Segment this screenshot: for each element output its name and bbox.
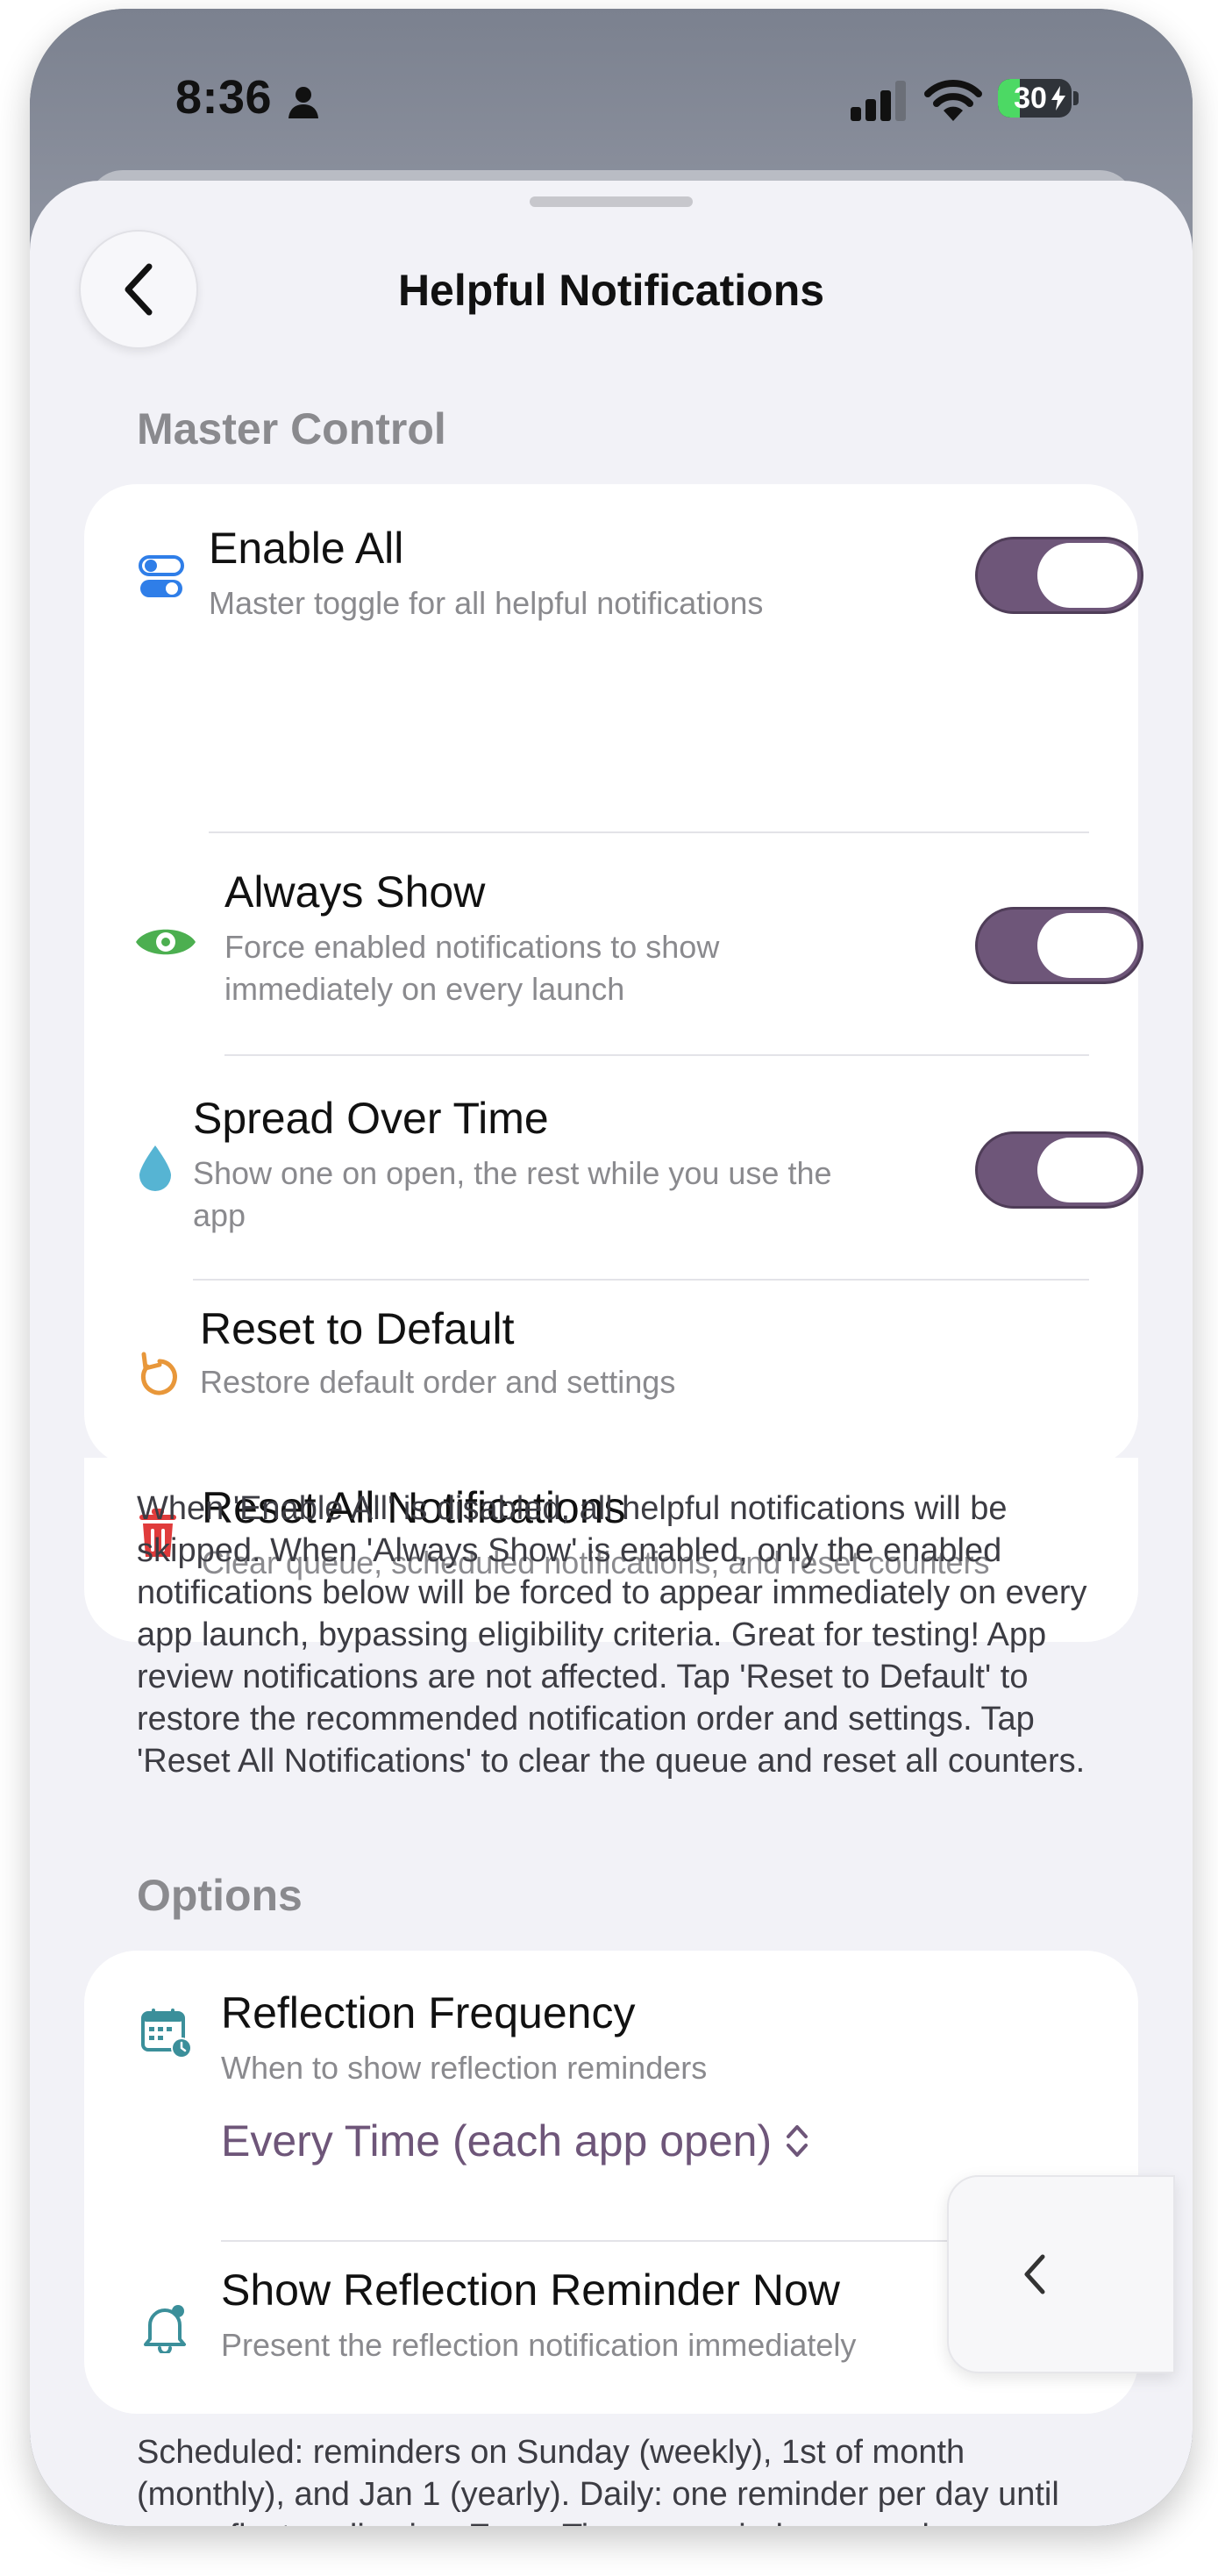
wifi-icon: [924, 80, 982, 121]
status-bar: 8:36 30: [30, 9, 1193, 175]
drop-icon: [133, 1140, 177, 1196]
cellular-signal-icon: [851, 81, 906, 121]
person-icon: [288, 87, 318, 118]
settings-sheet: Helpful Notifications Master Control Ena…: [30, 181, 1193, 2526]
row-title: Spread Over Time: [193, 1094, 549, 1143]
charging-bolt-icon: [1051, 86, 1065, 111]
toggle-knob: [1037, 1138, 1137, 1202]
reset-arrow-icon: [133, 1347, 186, 1400]
row-title: Always Show: [224, 867, 486, 917]
phone-frame: 8:36 30 Helpful Notifications Master Con…: [30, 9, 1193, 2526]
row-title: Enable All: [209, 524, 404, 573]
master-control-description: When 'Enable All' is disabled, all helpf…: [137, 1490, 1087, 1780]
row-subtitle: Restore default order and settings: [200, 1364, 676, 1400]
sheet-grabber[interactable]: [530, 196, 693, 207]
reflection-frequency-picker[interactable]: Every Time (each app open): [221, 2116, 810, 2166]
side-panel-tab[interactable]: [947, 2175, 1175, 2373]
toggle-knob: [1037, 543, 1137, 608]
row-subtitle: Present the reflection notification imme…: [221, 2327, 857, 2363]
row-reset-to-default[interactable]: Reset to Default Restore default order a…: [84, 1281, 1138, 1459]
row-title: Reflection Frequency: [221, 1988, 636, 2037]
row-title: Show Reflection Reminder Now: [221, 2266, 840, 2315]
chevron-up-down-icon: [787, 2125, 808, 2157]
toggle-knob: [1037, 913, 1137, 978]
row-subtitle: Show one on open, the rest while you use…: [193, 1155, 832, 1233]
row-subtitle: When to show reflection reminders: [221, 2050, 708, 2086]
section-header-master-control: Master Control: [137, 404, 446, 453]
calendar-clock-icon: [139, 2005, 196, 2063]
battery-indicator: 30: [998, 79, 1072, 118]
battery-cap: [1073, 91, 1079, 105]
enable-all-toggle[interactable]: [975, 537, 1143, 614]
row-spread-over-time[interactable]: Spread Over Time Show one on open, the r…: [84, 1056, 1143, 1279]
section-header-options: Options: [137, 1871, 303, 1920]
picker-value: Every Time (each app open): [221, 2116, 773, 2166]
chevron-left-icon: [1024, 2254, 1045, 2294]
options-footnote: Scheduled: reminders on Sunday (weekly),…: [137, 2434, 1059, 2526]
status-time: 8:36: [175, 71, 273, 124]
row-title: Reset to Default: [200, 1304, 515, 1353]
row-subtitle: Force enabled notifications to show imme…: [224, 929, 720, 1007]
row-enable-all[interactable]: Enable All Master toggle for all helpful…: [84, 484, 1143, 665]
toggles-icon: [135, 551, 188, 603]
always-show-toggle[interactable]: [975, 907, 1143, 984]
bell-icon: [139, 2298, 191, 2356]
spread-over-time-toggle[interactable]: [975, 1131, 1143, 1209]
eye-icon: [133, 916, 198, 968]
page-title: Helpful Notifications: [397, 266, 825, 315]
row-subtitle: Master toggle for all helpful notificati…: [209, 585, 764, 621]
master-control-card: Enable All Master toggle for all helpful…: [84, 484, 1143, 1466]
row-always-show[interactable]: Always Show Force enabled notifications …: [84, 833, 1143, 1054]
